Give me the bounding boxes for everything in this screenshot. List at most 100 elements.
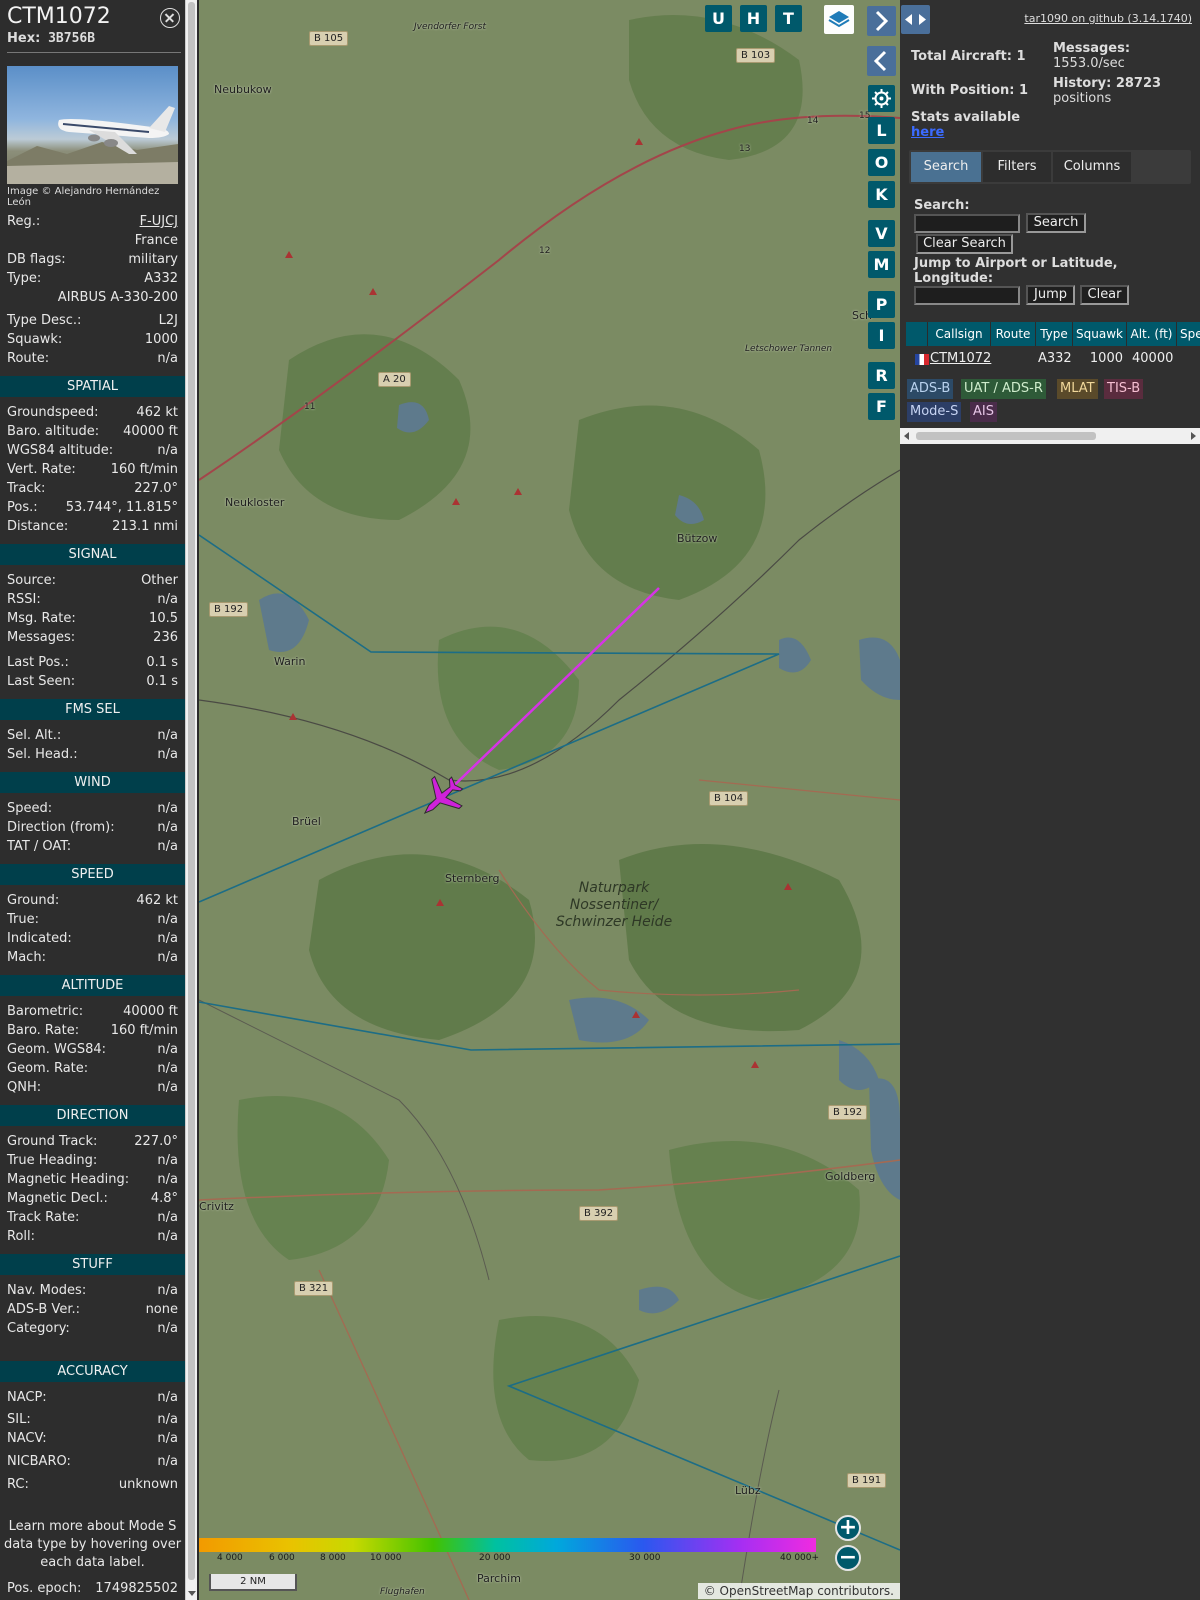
row-label: Geom. WGS84: <box>7 1042 107 1057</box>
row-label: RC: <box>7 1477 29 1492</box>
next-arrow-button[interactable] <box>867 6 896 36</box>
table-header[interactable]: Squawk <box>1073 322 1127 346</box>
toggle-o-button[interactable]: O <box>868 149 895 176</box>
info-row: Baro. Rate: 160 ft/min <box>7 1022 178 1040</box>
tab-search[interactable]: Search <box>911 152 981 182</box>
section-direction: DIRECTION <box>0 1105 185 1126</box>
zoom-in-button[interactable]: + <box>835 1515 861 1541</box>
info-row: Sel. Head.: n/a <box>7 746 178 764</box>
info-row: Last Pos.: 0.1 s <box>7 654 178 672</box>
info-row: Mach: n/a <box>7 949 178 967</box>
scrollbar-thumb[interactable] <box>916 432 1096 440</box>
altitude-tick: 20 000 <box>479 1553 511 1563</box>
divider <box>7 52 181 53</box>
info-row-reg: Reg.: F-UJCJ <box>7 213 178 231</box>
scrollbar-thumb[interactable] <box>188 2 195 1580</box>
table-header[interactable]: Alt. (ft) <box>1127 322 1177 346</box>
left-right-arrows-icon <box>905 14 926 25</box>
info-row: Messages: 236 <box>7 629 178 647</box>
toggle-r-button[interactable]: R <box>868 362 895 389</box>
table-horizontal-scrollbar[interactable] <box>900 428 1200 444</box>
scroll-right-icon[interactable] <box>1191 432 1196 440</box>
toggle-k-button[interactable]: K <box>868 181 895 208</box>
row-label: NACV: <box>7 1431 47 1446</box>
table-header[interactable]: Route <box>991 322 1036 346</box>
info-row: Direction (from): n/a <box>7 819 178 837</box>
toggle-m-button[interactable]: M <box>868 251 895 278</box>
info-row: Magnetic Decl.: 4.8° <box>7 1190 178 1208</box>
row-value: 0.1 s <box>146 655 178 670</box>
scroll-left-icon[interactable] <box>904 432 909 440</box>
map-attribution[interactable]: © OpenStreetMap contributors. <box>697 1583 900 1599</box>
row-label: Direction (from): <box>7 820 115 835</box>
aircraft-photo[interactable] <box>7 66 178 184</box>
info-row: Barometric: 40000 ft <box>7 1003 178 1021</box>
tab-columns[interactable]: Columns <box>1053 152 1131 182</box>
road-number: 14 <box>807 116 819 126</box>
section-fms-sel: FMS SEL <box>0 699 185 720</box>
toggle-f-button[interactable]: F <box>868 393 895 420</box>
scroll-down-icon[interactable] <box>188 1591 196 1596</box>
toggle-t-button[interactable]: T <box>775 5 802 32</box>
info-scrollbar[interactable] <box>185 0 197 1600</box>
info-row: True: n/a <box>7 911 178 929</box>
clear-search-button[interactable]: Clear Search <box>916 234 1013 254</box>
info-row: ADS-B Ver.: none <box>7 1301 178 1319</box>
layers-button[interactable] <box>824 5 854 34</box>
search-input[interactable] <box>914 214 1020 233</box>
jump-input[interactable] <box>914 286 1020 305</box>
settings-button[interactable] <box>868 85 895 112</box>
expand-panel-button[interactable] <box>901 5 930 34</box>
road-label: B 321 <box>294 1281 334 1296</box>
toggle-h-button[interactable]: H <box>740 5 767 32</box>
row-label: DB flags: <box>7 252 66 267</box>
tab-filters[interactable]: Filters <box>983 152 1051 182</box>
table-header[interactable]: Spe <box>1177 322 1200 346</box>
row-value: 462 kt <box>136 405 178 420</box>
zoom-out-button[interactable]: − <box>835 1545 861 1571</box>
row-callsign[interactable]: CTM1072 <box>930 348 991 370</box>
row-value: n/a <box>157 1210 178 1225</box>
jump-button[interactable]: Jump <box>1026 285 1075 305</box>
row-value: n/a <box>157 1080 178 1095</box>
toggle-p-button[interactable]: P <box>868 291 895 318</box>
info-row: Speed: n/a <box>7 800 178 818</box>
map-view[interactable]: Jvendorfer Forst Neubukow Neukloster War… <box>199 0 900 1600</box>
chevron-right-icon <box>875 10 889 32</box>
row-label: Ground Track: <box>7 1134 98 1149</box>
place-label: Crivitz <box>199 1200 234 1213</box>
info-row: Roll: n/a <box>7 1228 178 1246</box>
map-tiles <box>199 0 900 1600</box>
toggle-v-button[interactable]: V <box>868 220 895 247</box>
info-row-squawk: Squawk: 1000 <box>7 331 178 349</box>
row-type: A332 <box>1038 351 1072 366</box>
table-header[interactable]: Type <box>1036 322 1073 346</box>
clear-button[interactable]: Clear <box>1080 285 1129 305</box>
photo-credit: Image © Alejandro Hernández León <box>7 186 160 208</box>
toggle-l-button[interactable]: L <box>868 117 895 144</box>
row-value: n/a <box>157 728 178 743</box>
type-name-value: AIRBUS A-330-200 <box>57 290 178 305</box>
table-header[interactable]: Callsign <box>928 322 991 346</box>
source-legend-mlat: MLAT <box>1057 379 1098 399</box>
toggle-u-button[interactable]: U <box>705 5 732 32</box>
stats-here-link[interactable]: here <box>911 125 944 140</box>
search-button[interactable]: Search <box>1026 213 1086 233</box>
tab-bar: Search Filters Columns <box>909 150 1191 184</box>
stats-link[interactable]: here <box>911 125 944 140</box>
france-flag-icon <box>915 354 929 365</box>
section-signal: SIGNAL <box>0 544 185 565</box>
info-row: Ground: 462 kt <box>7 892 178 910</box>
prev-arrow-button[interactable] <box>867 46 896 76</box>
source-legend-modes: Mode-S <box>907 402 962 422</box>
row-label: WGS84 altitude: <box>7 443 114 458</box>
registration-link[interactable]: F-UJCJ <box>140 213 178 231</box>
github-link[interactable]: tar1090 on github (3.14.1740) <box>1024 12 1192 25</box>
info-row: Geom. Rate: n/a <box>7 1060 178 1078</box>
info-row: Sel. Alt.: n/a <box>7 727 178 745</box>
close-icon[interactable] <box>160 8 180 28</box>
row-value: 53.744°, 11.815° <box>65 500 178 515</box>
info-row: NICBARO: n/a <box>7 1453 178 1471</box>
row-label: NICBARO: <box>7 1454 71 1469</box>
toggle-i-button[interactable]: I <box>868 322 895 349</box>
